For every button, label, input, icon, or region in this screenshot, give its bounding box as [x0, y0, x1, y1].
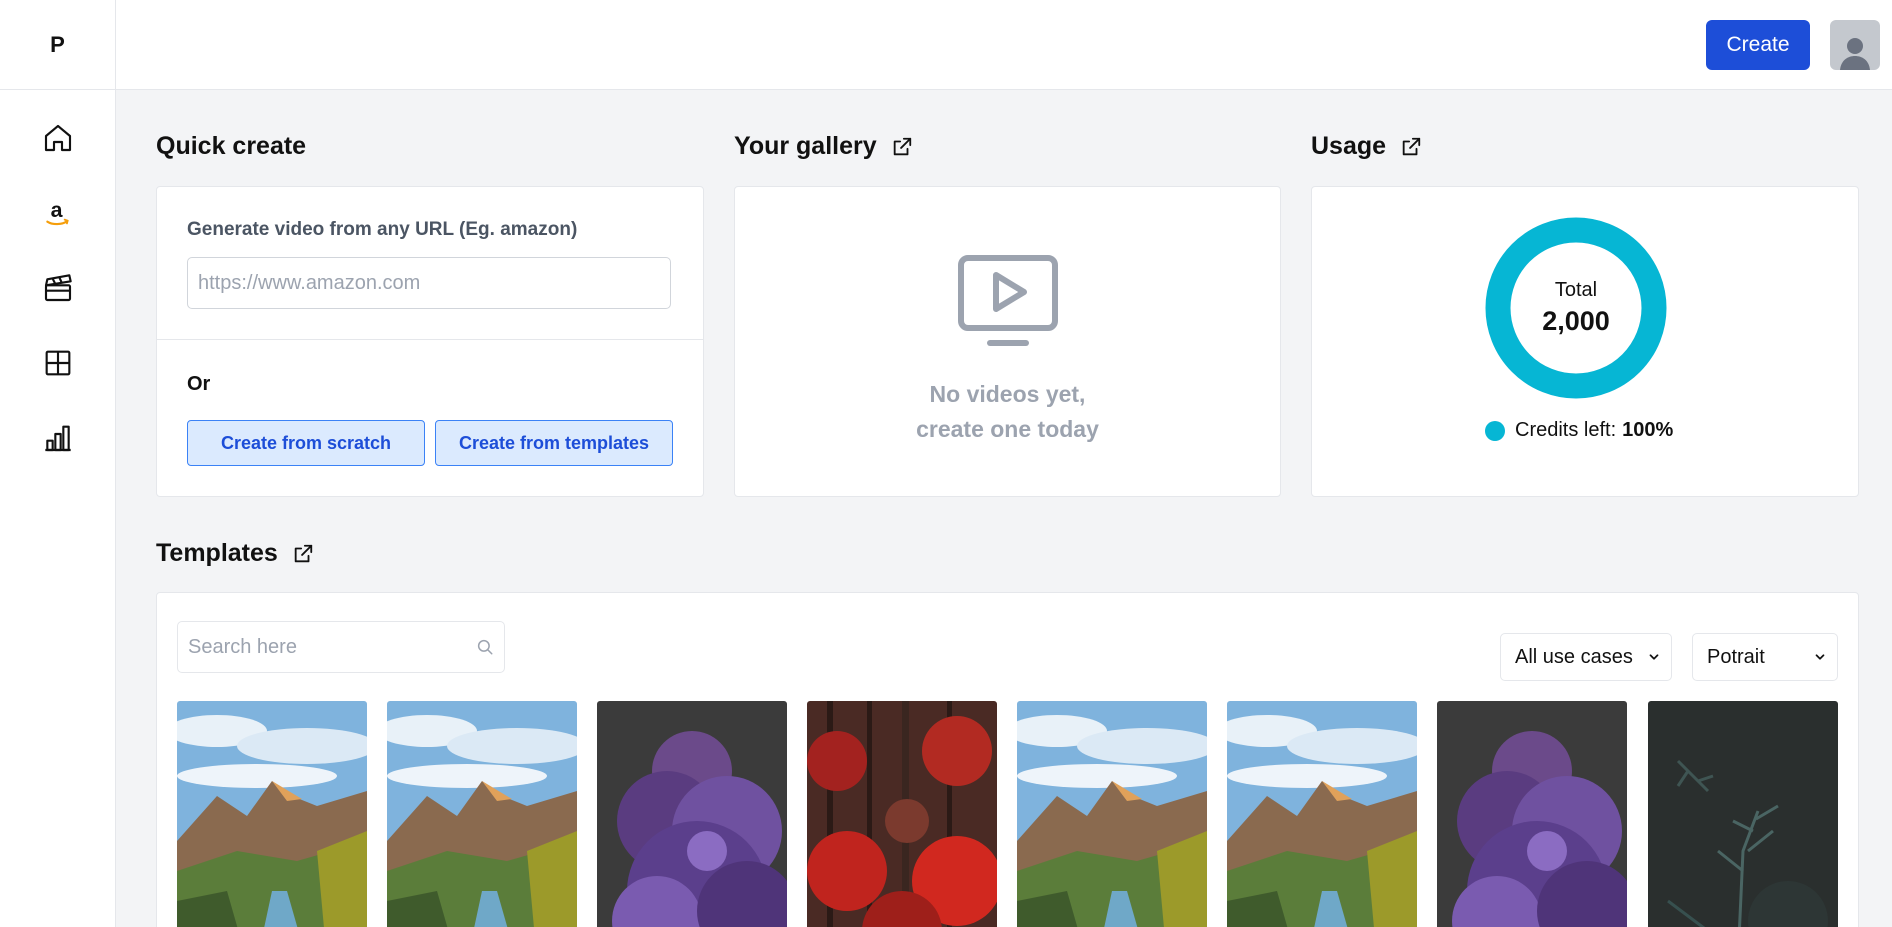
sidebar-item-analytics[interactable]: [0, 400, 115, 475]
credits-value: 100%: [1622, 419, 1674, 441]
template-thumbnail[interactable]: [177, 701, 367, 927]
top-bar: Create: [116, 0, 1892, 90]
app-logo[interactable]: P: [0, 0, 115, 90]
divider: [157, 339, 703, 340]
chevron-down-icon: [1649, 654, 1659, 660]
amazon-icon: a: [45, 198, 69, 225]
search-icon: [477, 639, 493, 655]
credits-legend: Credits left: 100%: [1485, 419, 1673, 442]
red-forest-image: [807, 701, 997, 927]
template-thumbnail[interactable]: [1227, 701, 1417, 927]
quick-create-title: Quick create: [156, 132, 307, 160]
template-search[interactable]: [177, 621, 505, 673]
bar-chart-icon: [44, 425, 71, 451]
mountain-river-image: [1017, 701, 1207, 927]
gallery-empty-text: No videos yet, create one today: [916, 381, 1099, 442]
or-label: Or: [187, 373, 211, 395]
sidebar-item-videos[interactable]: [0, 250, 115, 325]
gallery-card: No videos yet, create one today: [734, 186, 1281, 497]
create-from-templates-button[interactable]: Create from templates: [435, 420, 673, 466]
credits-donut-chart: Total 2,000: [1485, 217, 1667, 399]
dark-fern-image: [1648, 701, 1838, 927]
video-monitor-icon: [957, 255, 1058, 346]
usage-card: Total 2,000 Credits left: 100%: [1311, 186, 1859, 497]
template-thumbnail[interactable]: [1437, 701, 1627, 927]
template-thumbnail[interactable]: [1017, 701, 1207, 927]
grid-icon: [45, 350, 70, 375]
chevron-down-icon: [1815, 654, 1825, 660]
create-from-scratch-button[interactable]: Create from scratch: [187, 420, 425, 466]
avatar[interactable]: [1830, 20, 1880, 70]
user-icon: [1840, 38, 1870, 70]
sidebar: P a: [0, 0, 116, 927]
purple-flowers-image: [597, 701, 787, 927]
template-thumbnail[interactable]: [807, 701, 997, 927]
gallery-title[interactable]: Your gallery: [734, 132, 913, 161]
usage-title[interactable]: Usage: [1311, 132, 1422, 161]
legend-dot: [1485, 420, 1505, 441]
quick-create-card: Generate video from any URL (Eg. amazon)…: [156, 186, 704, 497]
url-input[interactable]: [187, 257, 671, 309]
external-link-icon[interactable]: [891, 136, 913, 158]
template-thumbnail[interactable]: [1648, 701, 1838, 927]
template-thumbnail[interactable]: [387, 701, 577, 927]
template-search-input[interactable]: [188, 635, 476, 659]
donut-center-label: Total 2,000: [1485, 279, 1667, 337]
external-link-icon[interactable]: [1400, 136, 1422, 158]
total-label: Total: [1554, 279, 1598, 301]
sidebar-item-templates[interactable]: [0, 325, 115, 400]
external-link-icon[interactable]: [292, 543, 314, 565]
mountain-river-image: [1227, 701, 1417, 927]
home-icon: [44, 124, 71, 151]
mountain-river-image: [177, 701, 367, 927]
template-thumbnail[interactable]: [597, 701, 787, 927]
sidebar-item-amazon[interactable]: a: [0, 175, 115, 250]
total-value: 2,000: [1542, 306, 1610, 336]
orientation-select[interactable]: Potrait: [1692, 633, 1838, 681]
create-button[interactable]: Create: [1706, 20, 1810, 70]
svg-text:a: a: [50, 198, 62, 222]
use-case-select[interactable]: All use cases: [1500, 633, 1672, 681]
mountain-river-image: [387, 701, 577, 927]
sidebar-item-home[interactable]: [0, 100, 115, 175]
credits-label: Credits left:: [1515, 419, 1617, 441]
templates-card: All use cases Potrait: [156, 592, 1859, 927]
templates-title[interactable]: Templates: [156, 539, 314, 568]
purple-flowers-image: [1437, 701, 1627, 927]
clapperboard-icon: [44, 273, 72, 301]
gallery-empty-state: No videos yet, create one today: [735, 255, 1280, 447]
url-label: Generate video from any URL (Eg. amazon): [187, 219, 578, 240]
